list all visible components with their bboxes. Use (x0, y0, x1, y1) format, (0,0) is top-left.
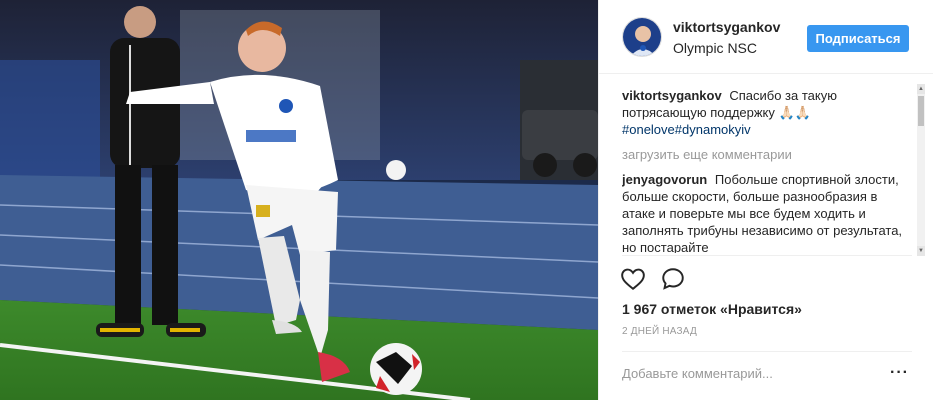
instagram-post: viktortsygankov Olympic NSC Подписаться … (0, 0, 933, 400)
scroll-down-arrow-icon[interactable]: ▼ (917, 246, 925, 256)
post-timestamp[interactable]: 2 ДНЕЙ НАЗАД (622, 326, 697, 337)
post-actions (620, 266, 686, 294)
more-options-icon[interactable]: ··· (890, 364, 909, 382)
heart-icon[interactable] (620, 266, 646, 292)
avatar-image (623, 18, 661, 56)
speech-bubble-icon[interactable] (660, 266, 686, 292)
list-item: jenyagovorun Побольше спортивной злости,… (622, 171, 912, 253)
avatar[interactable] (622, 17, 662, 57)
caption: viktortsygankov Спасибо за такую потряса… (622, 87, 912, 138)
header-location[interactable]: Olympic NSC (673, 40, 757, 56)
football (370, 343, 422, 395)
post-photo[interactable] (0, 0, 598, 400)
scroll-thumb[interactable] (918, 96, 924, 126)
likes-count[interactable]: 1 967 отметок «Нравится» (622, 301, 802, 317)
header-username[interactable]: viktortsygankov (673, 19, 780, 35)
post-sidebar: viktortsygankov Olympic NSC Подписаться … (598, 0, 933, 400)
divider (622, 255, 912, 256)
load-more-comments-link[interactable]: загрузить еще комментарии (622, 146, 912, 163)
divider (622, 351, 912, 352)
caption-hashtags[interactable]: #onelove#dynamokyiv (622, 122, 751, 137)
comment-username[interactable]: jenyagovorun (622, 172, 707, 187)
caption-username[interactable]: viktortsygankov (622, 88, 722, 103)
comments-list: viktortsygankov Спасибо за такую потряса… (622, 87, 912, 253)
scroll-up-arrow-icon[interactable]: ▲ (917, 84, 925, 94)
add-comment-input[interactable] (622, 362, 872, 384)
follow-button[interactable]: Подписаться (807, 25, 909, 52)
football-player-photo (0, 0, 598, 400)
comments-scrollbar[interactable]: ▲ ▼ (917, 84, 925, 256)
post-header: viktortsygankov Olympic NSC Подписаться (599, 0, 933, 74)
